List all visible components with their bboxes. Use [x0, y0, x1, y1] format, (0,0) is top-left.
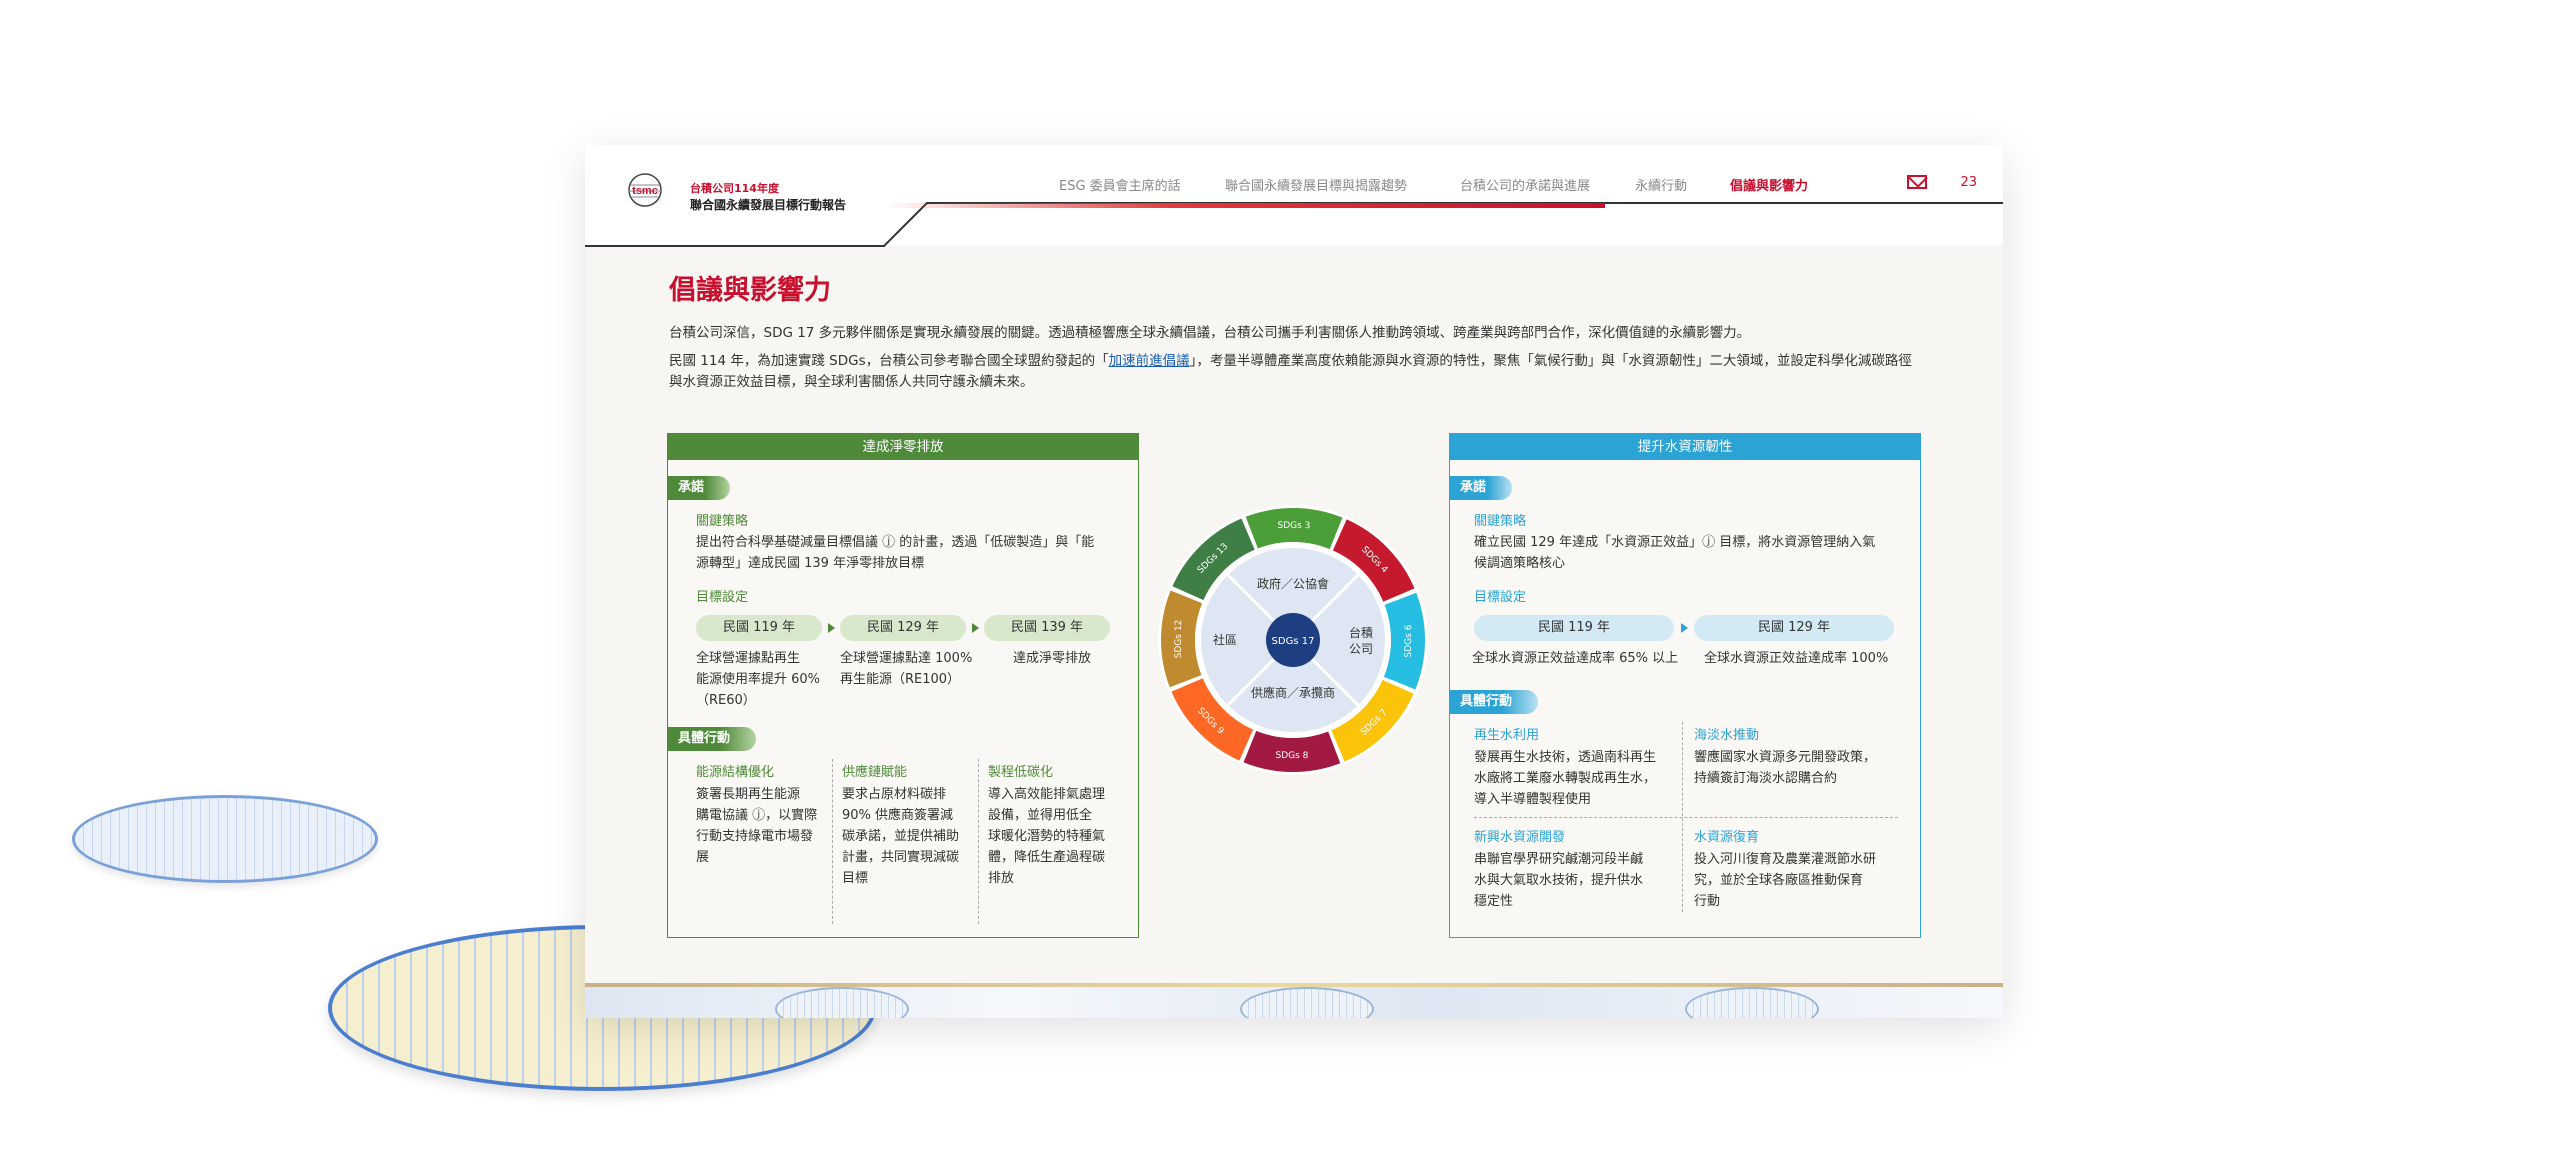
- action-supply-line-1: 要求占原材料碳排: [842, 787, 947, 802]
- nav-actions[interactable]: 永續行動: [1635, 175, 1687, 194]
- action-supply-line-4: 計畫，共同實現減碳: [842, 850, 960, 865]
- report-page: tsmc 台積公司114年度 聯合國永續發展目標行動報告 ESG 委員會主席的話…: [585, 145, 2003, 1018]
- sdg-segment-label-7: SDGs 12: [1174, 620, 1184, 659]
- action-divider-2: [978, 759, 979, 924]
- water-action-restore-line-1: 投入河川復育及農業灌溉節水研: [1694, 852, 1877, 867]
- water-action-new-line-2: 水與大氣取水技術，提升供水: [1474, 873, 1644, 888]
- nav-esg-chair[interactable]: ESG 委員會主席的話: [1059, 175, 1181, 194]
- net-zero-m2-desc-2: 再生能源（RE100）: [840, 672, 961, 687]
- action-process-title: 製程低碳化: [988, 765, 1054, 780]
- wheel-government: 政府／公協會: [1257, 576, 1329, 591]
- water-action-reclaim-title: 再生水利用: [1474, 728, 1540, 743]
- action-process-line-5: 排放: [988, 871, 1015, 886]
- water-m2-desc: 全球水資源正效益達成率 100%: [1704, 651, 1889, 666]
- net-zero-strategy-line-1: 提出符合科學基礎減量目標倡議 ⓙ 的計畫，透過「低碳製造」與「能: [696, 535, 1095, 550]
- header-rule-left: [585, 245, 885, 247]
- water-target-label: 目標設定: [1474, 590, 1527, 605]
- action-supply-title: 供應鏈賦能: [842, 765, 908, 780]
- wheel-center-label: SDGs 17: [1272, 636, 1315, 647]
- brand-line-1: 台積公司114年度: [690, 182, 779, 195]
- action-divider-1: [832, 759, 833, 924]
- water-action-tag: 具體行動: [1450, 690, 1539, 714]
- net-zero-milestone-1: 民國 119 年: [696, 615, 822, 641]
- milestone-arrow-2: [972, 623, 979, 633]
- net-zero-panel: 達成淨零排放 承諾 關鍵策略 提出符合科學基礎減量目標倡議 ⓙ 的計畫，透過「低…: [667, 433, 1139, 938]
- action-supply-line-5: 目標: [842, 871, 869, 886]
- net-zero-m1-desc-3: （RE60）: [696, 693, 756, 708]
- water-action-desal-line-1: 響應國家水資源多元開發政策，: [1694, 750, 1877, 765]
- water-action-reclaim-line-3: 導入半導體製程使用: [1474, 792, 1592, 807]
- water-strategy-line-2: 候調適策略核心: [1474, 556, 1566, 571]
- water-panel: 提升水資源韌性 承諾 關鍵策略 確立民國 129 年達成「水資源正效益」ⓙ 目標…: [1449, 433, 1921, 938]
- net-zero-m3-desc-1: 達成淨零排放: [1013, 651, 1092, 666]
- brand-line-2: 聯合國永續發展目標行動報告: [690, 198, 847, 212]
- water-milestone-1: 民國 119 年: [1474, 615, 1674, 641]
- mail-icon[interactable]: [1907, 175, 1927, 189]
- action-process-line-2: 設備，並得用低全: [988, 808, 1093, 823]
- water-action-new-line-3: 穩定性: [1474, 894, 1514, 909]
- action-process-line-4: 體，降低生產過程碳: [988, 850, 1106, 865]
- tsmc-logo: tsmc: [621, 173, 669, 207]
- action-energy-line-1: 簽署長期再生能源: [696, 787, 801, 802]
- action-process-line-3: 球暖化潛勢的特種氣: [988, 829, 1106, 844]
- net-zero-commit-tag: 承諾: [668, 476, 731, 500]
- water-action-restore-line-3: 行動: [1694, 894, 1721, 909]
- water-strategy-label: 關鍵策略: [1474, 514, 1527, 529]
- water-action-restore-title: 水資源復育: [1694, 830, 1760, 845]
- water-action-divider-h: [1474, 817, 1898, 818]
- wheel-community: 社區: [1213, 632, 1237, 647]
- wheel-supplier: 供應商／承攬商: [1251, 685, 1335, 700]
- water-action-desal-title: 海淡水推動: [1694, 728, 1760, 743]
- water-milestone-2: 民國 129 年: [1694, 615, 1894, 641]
- nav-commitments[interactable]: 台積公司的承諾與進展: [1460, 175, 1590, 194]
- net-zero-action-tag: 具體行動: [668, 727, 757, 751]
- page-number: 23: [1960, 175, 1977, 190]
- action-supply-line-2: 90% 供應商簽署減: [842, 808, 954, 823]
- net-zero-m1-desc-2: 能源使用率提升 60%: [696, 672, 821, 687]
- water-commit-tag: 承諾: [1450, 476, 1513, 500]
- water-panel-title: 提升水資源韌性: [1450, 434, 1920, 460]
- water-milestone-arrow: [1681, 623, 1688, 633]
- sdg-segment-label-5: SDGs 8: [1275, 751, 1308, 761]
- milestone-arrow-1: [828, 623, 835, 633]
- water-strategy-line-1: 確立民國 129 年達成「水資源正效益」ⓙ 目標，將水資源管理納入氣: [1474, 535, 1876, 550]
- wafer-small-left: [72, 795, 378, 883]
- water-m1-desc: 全球水資源正效益達成率 65% 以上: [1472, 651, 1679, 666]
- action-energy-line-4: 展: [696, 850, 710, 865]
- action-process-line-1: 導入高效能排氣處理: [988, 787, 1106, 802]
- sdg-segment-label-3: SDGs 6: [1404, 624, 1414, 657]
- header-rule-slant: [883, 202, 928, 247]
- header-accent-bar: [885, 203, 1605, 208]
- action-supply-line-3: 碳承諾，並提供補助: [842, 829, 960, 844]
- net-zero-m2-desc-1: 全球營運據點達 100%: [840, 651, 973, 666]
- action-energy-line-2: 購電協議 ⓙ，以實際: [696, 808, 818, 823]
- water-action-restore-line-2: 究，並於全球各廠區推動保育: [1694, 873, 1864, 888]
- net-zero-strategy-label: 關鍵策略: [696, 514, 749, 529]
- net-zero-strategy-line-2: 源轉型」達成民國 139 年淨零排放目標: [696, 556, 925, 571]
- net-zero-milestone-2: 民國 129 年: [840, 615, 966, 641]
- sdg-segment-label-1: SDGs 3: [1277, 521, 1310, 531]
- net-zero-target-label: 目標設定: [696, 590, 749, 605]
- nav-sdg-trends[interactable]: 聯合國永續發展目標與揭露趨勢: [1225, 175, 1407, 194]
- net-zero-milestone-3: 民國 139 年: [984, 615, 1110, 641]
- action-energy-line-3: 行動支持綠電市場發: [696, 829, 814, 844]
- svg-text:tsmc: tsmc: [632, 185, 658, 197]
- water-action-new-title: 新興水資源開發: [1474, 830, 1566, 845]
- sdg-wheel: SDGs 17 政府／公協會 供應商／承攬商 社區 台積公司 SDGs 3SDG…: [1158, 505, 1428, 775]
- page-title: 倡議與影響力: [669, 275, 831, 306]
- net-zero-m1-desc-1: 全球營運據點再生: [696, 651, 801, 666]
- water-action-reclaim-line-1: 發展再生水技術，透過南科再生: [1474, 750, 1657, 765]
- nav-initiatives[interactable]: 倡議與影響力: [1730, 175, 1808, 194]
- water-action-new-line-1: 串聯官學界研究鹹潮河段半鹹: [1474, 852, 1644, 867]
- action-energy-title: 能源結構優化: [696, 765, 775, 780]
- net-zero-panel-title: 達成淨零排放: [668, 434, 1138, 460]
- water-action-reclaim-line-2: 水廠將工業廢水轉製成再生水，: [1474, 771, 1657, 786]
- intro-paragraph-2: 民國 114 年，為加速實踐 SDGs，台積公司參考聯合國全球盟約發起的「加速前…: [669, 351, 1924, 393]
- intro-p2-text-a: 民國 114 年，為加速實踐 SDGs，台積公司參考聯合國全球盟約發起的「: [669, 353, 1109, 369]
- intro-paragraph-1: 台積公司深信，SDG 17 多元夥伴關係是實現永續發展的關鍵。透過積極響應全球永…: [669, 325, 1751, 341]
- water-action-desal-line-2: 持續簽訂海淡水認購合約: [1694, 771, 1838, 786]
- forward-faster-link[interactable]: 加速前進倡議: [1109, 353, 1190, 369]
